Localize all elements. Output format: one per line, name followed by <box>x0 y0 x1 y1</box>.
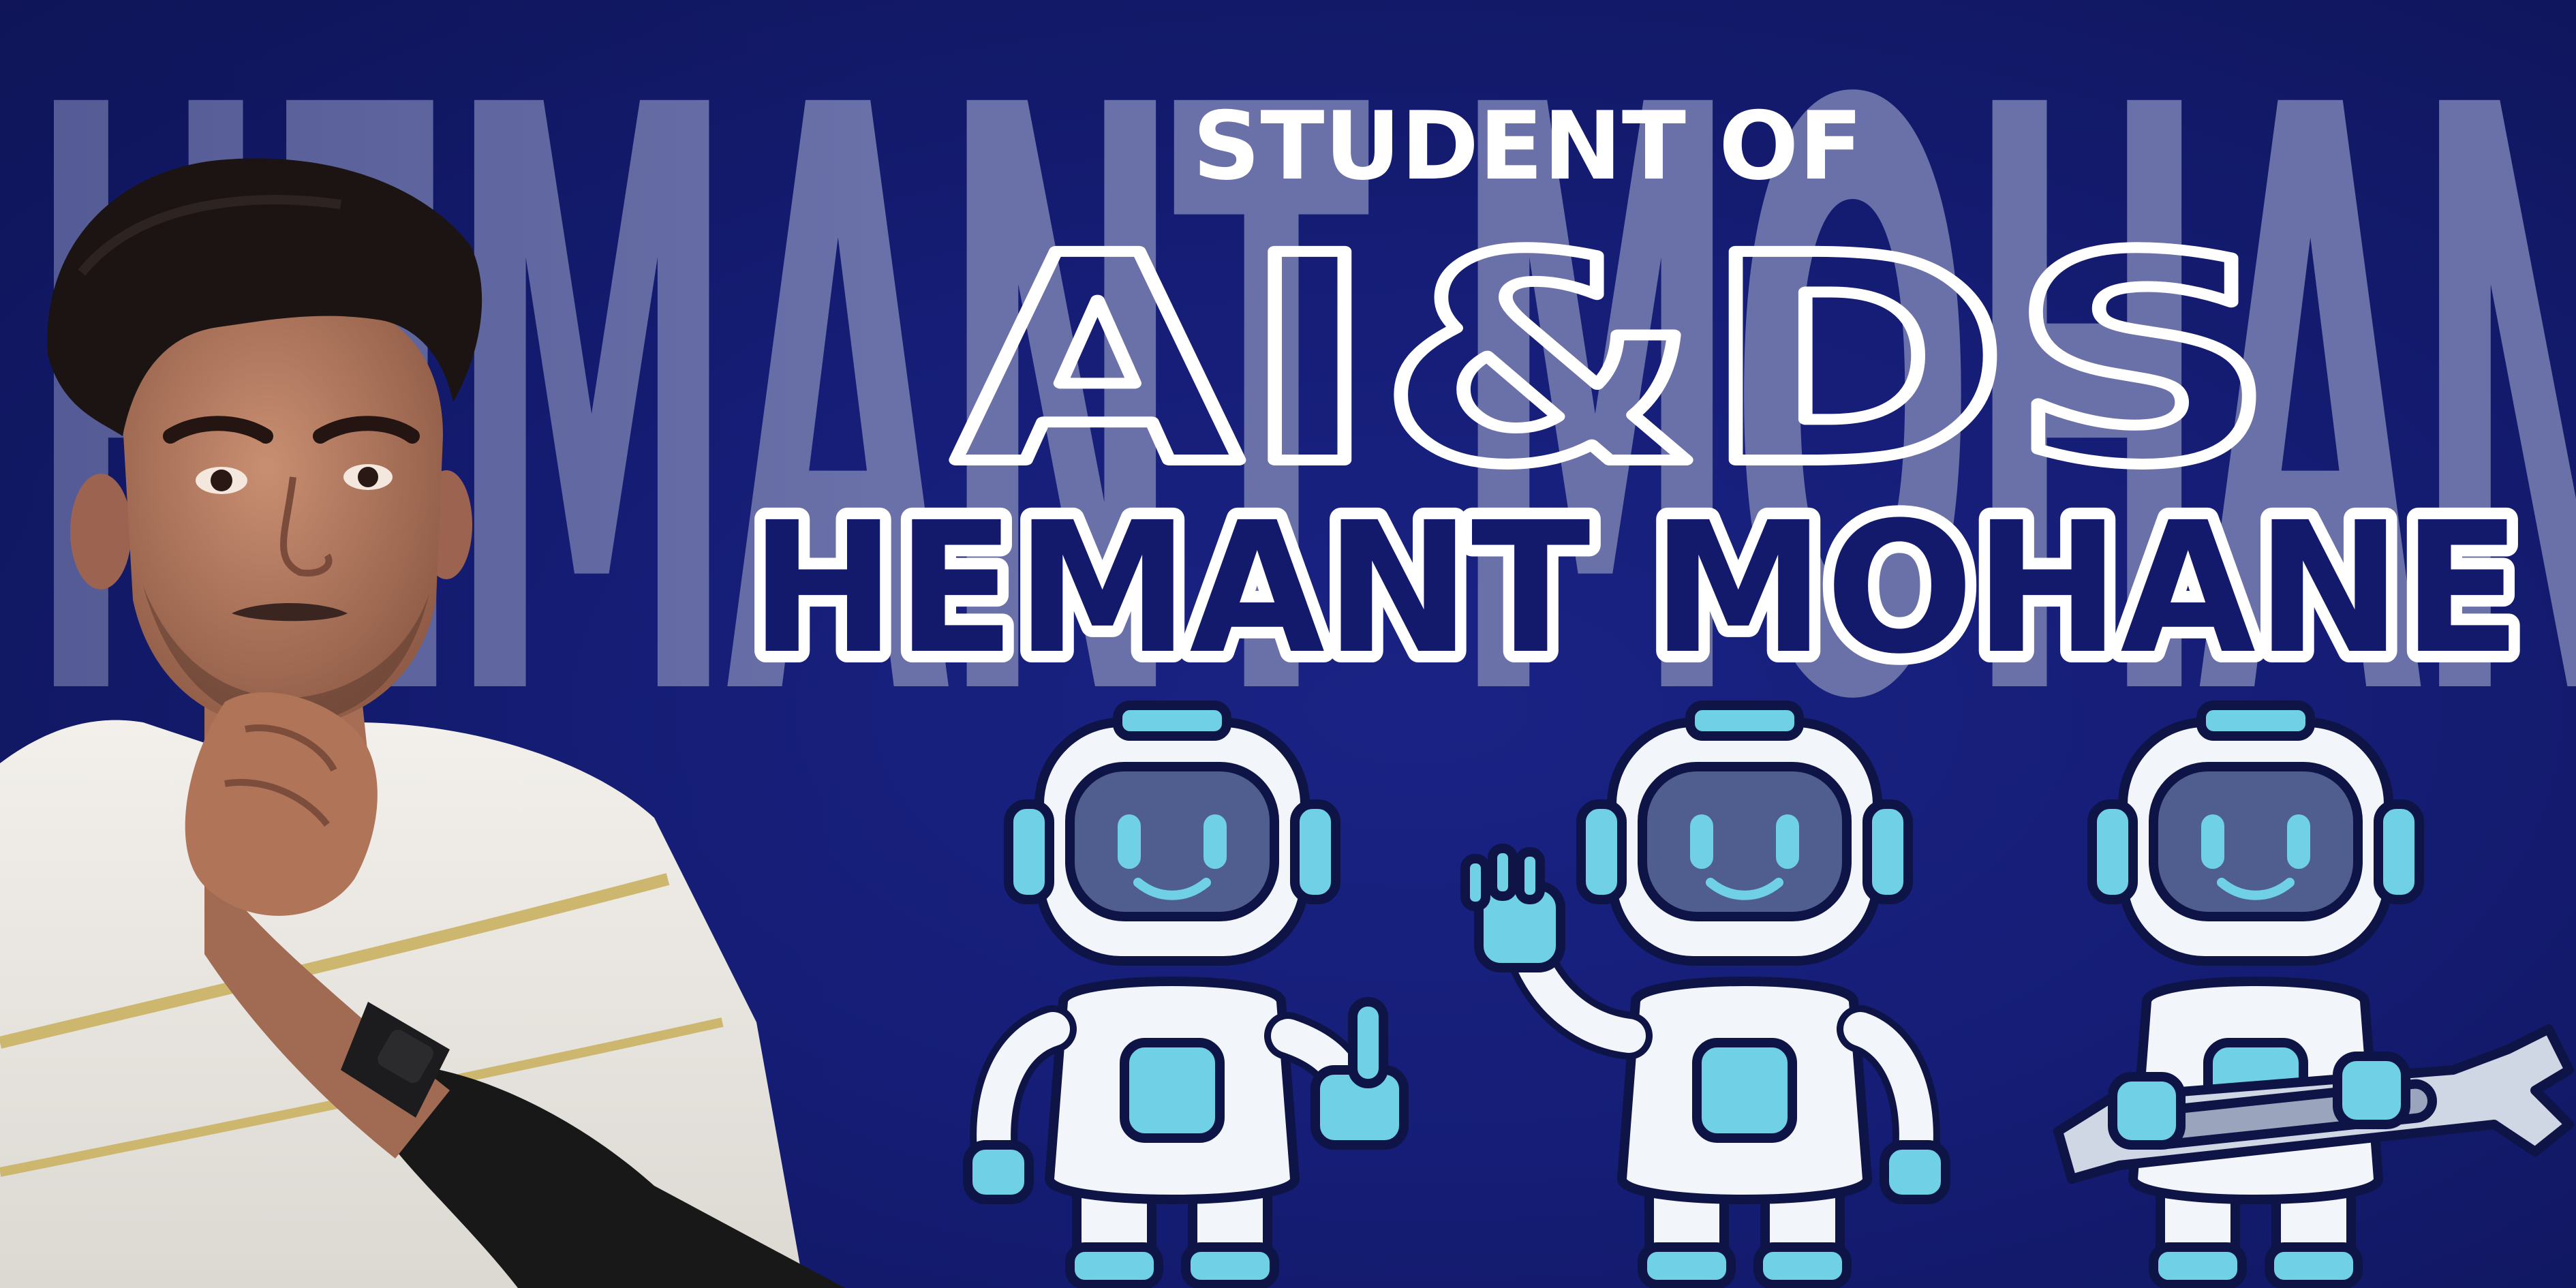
subject-text: AI&DS <box>954 198 2276 511</box>
subject-outline-title: AI&DS <box>949 198 2282 511</box>
robot-wrench-icon <box>2053 701 2574 1288</box>
robot-waving-icon <box>1460 701 1950 1288</box>
name-title: HEMANT MOHANE HEMANT MOHANE <box>743 477 2528 688</box>
robot-thumbs-up-icon <box>963 701 1409 1288</box>
youtube-banner: HEMANT MOHANE STUDENT OF AI&DS HEMANT MO… <box>0 0 2576 1288</box>
name-text: HEMANT MOHANE <box>750 484 2521 688</box>
student-of-label: STUDENT OF <box>1193 91 1863 201</box>
